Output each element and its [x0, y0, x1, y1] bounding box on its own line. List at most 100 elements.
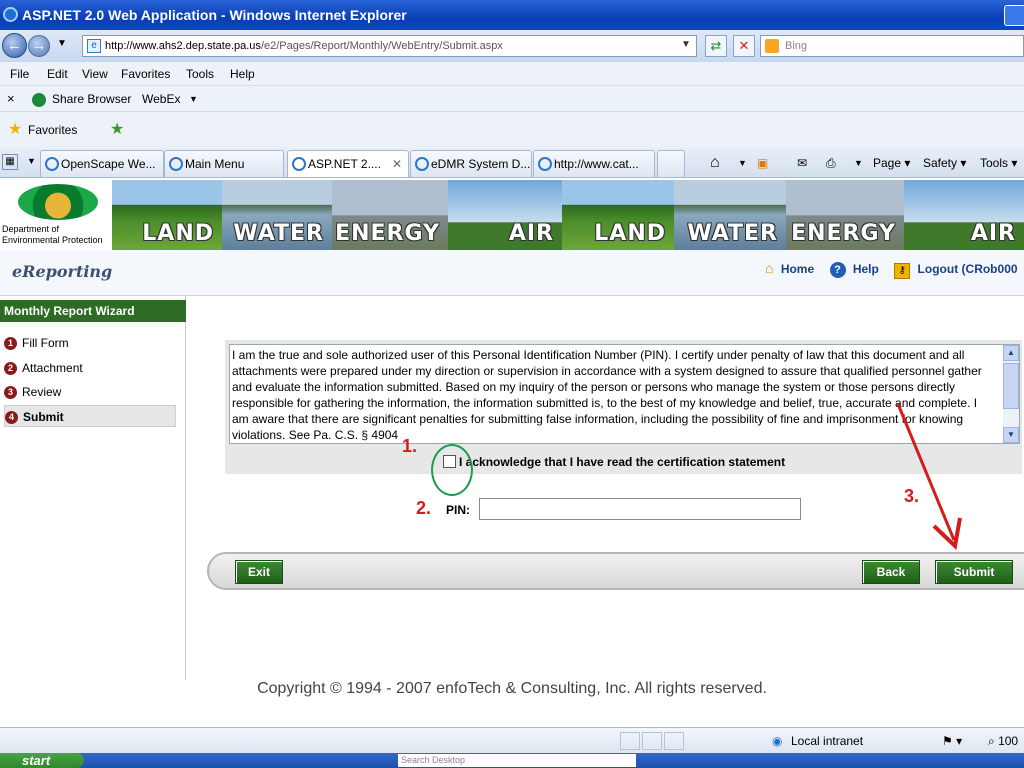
new-tab-button[interactable] [657, 150, 685, 177]
stop-icon[interactable]: ✕ [733, 35, 755, 57]
scroll-up-icon[interactable]: ▲ [1003, 345, 1019, 361]
menu-help[interactable]: Help [230, 62, 255, 86]
webex-menu[interactable]: WebEx [142, 86, 180, 112]
menu-view[interactable]: View [82, 62, 108, 86]
status-pane [620, 732, 640, 750]
help-icon: ? [829, 262, 846, 278]
home-link-icon: ⌂ [765, 260, 774, 276]
minimize-button[interactable] [1004, 5, 1024, 26]
back-nav-button[interactable]: ← [2, 33, 27, 58]
tools-menu[interactable]: Tools ▾ [980, 150, 1017, 176]
home-icon[interactable]: ⌂ [710, 150, 720, 176]
banner-label: ENERGY [791, 221, 896, 246]
site-banner: LAND WATER ENERGY AIR LAND WATER ENERGY … [0, 180, 1024, 250]
print-dropdown-icon[interactable]: ▼ [854, 150, 863, 176]
page-icon: e [87, 39, 101, 53]
banner-panel: WATER [674, 180, 786, 250]
banner-panel: ENERGY [332, 180, 448, 250]
nav-dropdown-icon[interactable]: ▼ [57, 38, 67, 49]
share-browser-link[interactable]: Share Browser [52, 86, 131, 112]
wizard-step-submit[interactable]: 4 Submit [4, 405, 176, 427]
banner-label: AIR [970, 221, 1016, 246]
rss-icon[interactable]: ▣ [757, 150, 768, 176]
tools-menu-label: Tools [980, 156, 1009, 170]
banner-panel: AIR [904, 180, 1024, 250]
banner-panel: WATER [222, 180, 332, 250]
address-dropdown-icon[interactable]: ▼ [681, 39, 691, 50]
tab-label: OpenScape We... [61, 157, 156, 171]
protected-mode-icon[interactable]: ⚑ ▾ [942, 728, 962, 754]
start-button[interactable]: start [0, 753, 84, 768]
tab-main-menu[interactable]: Main Menu [164, 150, 284, 177]
quick-tabs-icon[interactable]: ▦ [2, 154, 18, 170]
menu-edit[interactable]: Edit [47, 62, 68, 86]
back-button[interactable]: Back [862, 560, 920, 584]
ie-tab-icon [415, 157, 429, 171]
logo-line1: Department of [2, 224, 60, 234]
pin-input[interactable] [479, 498, 801, 520]
header-links: ⌂ Home ? Help ⚷ Logout (CRob000 [765, 260, 1018, 279]
banner-panel: LAND [562, 180, 674, 250]
menu-file[interactable]: File [10, 62, 29, 86]
favorites-button[interactable]: Favorites [28, 112, 77, 148]
windows-taskbar: Search Desktop [0, 753, 1024, 768]
home-dropdown-icon[interactable]: ▼ [738, 150, 747, 176]
step-label: Attachment [22, 361, 83, 375]
step-number: 1 [4, 337, 17, 350]
close-tab-icon[interactable]: ✕ [392, 151, 402, 177]
search-field[interactable]: Bing [760, 35, 1024, 57]
wizard-step-attachment[interactable]: 2 Attachment [4, 357, 176, 379]
banner-panel: AIR [448, 180, 562, 250]
banner-label: LAND [142, 221, 214, 246]
page-menu-label: Page [873, 156, 902, 170]
tab-label: Main Menu [185, 157, 245, 171]
pin-label: PIN: [446, 503, 470, 517]
logo-line2: Environmental Protection [2, 235, 103, 245]
annotation-label-2: 2. [416, 498, 432, 518]
tab-label: eDMR System D... [431, 157, 531, 171]
wizard-step-fill-form[interactable]: 1 Fill Form [4, 332, 176, 354]
status-pane [664, 732, 684, 750]
tab-edmr[interactable]: eDMR System D... [410, 150, 532, 177]
banner-label: ENERGY [335, 221, 440, 246]
certification-scrollbar[interactable]: ▲ ▼ [1003, 345, 1019, 443]
print-icon[interactable]: ⎙ [826, 150, 836, 176]
forward-nav-button[interactable]: → [28, 35, 50, 57]
tab-label: http://www.cat... [554, 157, 639, 171]
tab-list-dropdown-icon[interactable]: ▼ [27, 156, 36, 166]
exit-button[interactable]: Exit [235, 560, 283, 584]
step-number: 2 [4, 362, 17, 375]
wizard-step-review[interactable]: 3 Review [4, 381, 176, 403]
ie-tab-icon [538, 157, 552, 171]
scroll-down-icon[interactable]: ▼ [1003, 427, 1019, 443]
command-bar: ⌂ ▼ ▣ ✉ ⎙ ▼ Page ▾ Safety ▾ Tools ▾ [710, 150, 1024, 176]
tab-openscape[interactable]: OpenScape We... [40, 150, 164, 177]
submit-button[interactable]: Submit [935, 560, 1013, 584]
logout-link[interactable]: Logout (CRob000 [918, 262, 1018, 276]
tab-cat[interactable]: http://www.cat... [533, 150, 655, 177]
page-menu[interactable]: Page ▾ [873, 150, 910, 176]
acknowledge-label: I acknowledge that I have read the certi… [459, 455, 786, 469]
webex-dropdown-icon[interactable]: ▼ [189, 86, 198, 112]
home-link[interactable]: Home [781, 262, 814, 276]
address-field[interactable]: e http://www.ahs2.dep.state.pa.us/e2/Pag… [82, 35, 697, 57]
ie-tab-icon [292, 157, 306, 171]
dep-logo[interactable]: Department of Environmental Protection [0, 180, 112, 250]
refresh-icon[interactable]: ⇄ [705, 35, 727, 57]
safety-menu[interactable]: Safety ▾ [923, 150, 966, 176]
add-favorite-icon[interactable]: ★ [110, 112, 124, 148]
help-link[interactable]: Help [853, 262, 879, 276]
dep-logo-mark [18, 184, 98, 220]
close-toolbar-icon[interactable]: × [7, 86, 15, 112]
scroll-thumb[interactable] [1003, 363, 1019, 409]
banner-panel: LAND [112, 180, 222, 250]
mail-icon[interactable]: ✉ [797, 150, 807, 176]
annotation-label-1: 1. [402, 436, 418, 456]
desktop-search-field[interactable]: Search Desktop [398, 754, 636, 767]
search-placeholder: Bing [785, 40, 808, 52]
zoom-control[interactable]: ⌕ 100 [988, 728, 1018, 754]
menu-favorites[interactable]: Favorites [121, 62, 170, 86]
banner-label: AIR [508, 221, 554, 246]
menu-tools[interactable]: Tools [186, 62, 214, 86]
tab-aspnet[interactable]: ASP.NET 2.... ✕ [287, 150, 409, 177]
